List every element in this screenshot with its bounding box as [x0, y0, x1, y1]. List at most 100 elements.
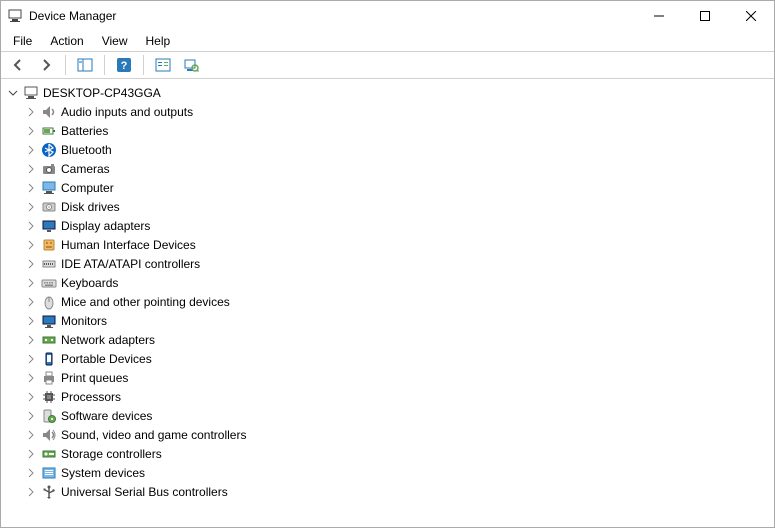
- toolbar-separator: [104, 55, 105, 75]
- tree-category-label: Human Interface Devices: [61, 238, 196, 252]
- portable-icon: [41, 351, 57, 367]
- chevron-right-icon[interactable]: [25, 315, 37, 327]
- monitor-icon: [41, 313, 57, 329]
- tree-category-node[interactable]: Processors: [1, 387, 774, 406]
- mouse-icon: [41, 294, 57, 310]
- chevron-right-icon[interactable]: [25, 486, 37, 498]
- tree-category-node[interactable]: Universal Serial Bus controllers: [1, 482, 774, 501]
- tree-category-node[interactable]: Storage controllers: [1, 444, 774, 463]
- chevron-right-icon[interactable]: [25, 372, 37, 384]
- tree-category-label: System devices: [61, 466, 145, 480]
- chevron-right-icon[interactable]: [25, 334, 37, 346]
- chevron-right-icon[interactable]: [25, 201, 37, 213]
- back-button[interactable]: [7, 54, 29, 76]
- tree-root-node[interactable]: DESKTOP-CP43GGA: [1, 83, 774, 102]
- properties-button[interactable]: [152, 54, 174, 76]
- tree-category-node[interactable]: Software devices: [1, 406, 774, 425]
- printer-icon: [41, 370, 57, 386]
- tree-category-label: Cameras: [61, 162, 110, 176]
- menu-help[interactable]: Help: [138, 32, 179, 50]
- tree-category-label: Display adapters: [61, 219, 150, 233]
- hid-icon: [41, 237, 57, 253]
- tree-category-node[interactable]: Portable Devices: [1, 349, 774, 368]
- computer-icon: [23, 85, 39, 101]
- disk-icon: [41, 199, 57, 215]
- tree-category-node[interactable]: Display adapters: [1, 216, 774, 235]
- chevron-right-icon[interactable]: [25, 467, 37, 479]
- chevron-right-icon[interactable]: [25, 353, 37, 365]
- tree-category-node[interactable]: Disk drives: [1, 197, 774, 216]
- keyboard-icon: [41, 275, 57, 291]
- tree-category-label: Audio inputs and outputs: [61, 105, 193, 119]
- processor-icon: [41, 389, 57, 405]
- tree-category-label: Universal Serial Bus controllers: [61, 485, 228, 499]
- tree-category-label: Portable Devices: [61, 352, 152, 366]
- tree-category-node[interactable]: Network adapters: [1, 330, 774, 349]
- toolbar-separator: [65, 55, 66, 75]
- usb-icon: [41, 484, 57, 500]
- menu-view[interactable]: View: [94, 32, 136, 50]
- tree-category-node[interactable]: Audio inputs and outputs: [1, 102, 774, 121]
- chevron-right-icon[interactable]: [25, 220, 37, 232]
- tree-category-node[interactable]: System devices: [1, 463, 774, 482]
- audio-icon: [41, 104, 57, 120]
- window-title: Device Manager: [29, 9, 116, 23]
- chevron-right-icon[interactable]: [25, 277, 37, 289]
- tree-category-node[interactable]: Batteries: [1, 121, 774, 140]
- chevron-right-icon[interactable]: [25, 429, 37, 441]
- toolbar: ?: [1, 51, 774, 79]
- chevron-right-icon[interactable]: [25, 144, 37, 156]
- tree-category-node[interactable]: Keyboards: [1, 273, 774, 292]
- tree-category-node[interactable]: Monitors: [1, 311, 774, 330]
- tree-category-node[interactable]: Human Interface Devices: [1, 235, 774, 254]
- chevron-right-icon[interactable]: [25, 163, 37, 175]
- tree-category-node[interactable]: IDE ATA/ATAPI controllers: [1, 254, 774, 273]
- battery-icon: [41, 123, 57, 139]
- close-button[interactable]: [728, 1, 774, 31]
- tree-category-label: Computer: [61, 181, 114, 195]
- tree-category-label: Storage controllers: [61, 447, 162, 461]
- toolbar-separator: [143, 55, 144, 75]
- camera-icon: [41, 161, 57, 177]
- chevron-right-icon[interactable]: [25, 239, 37, 251]
- storage-icon: [41, 446, 57, 462]
- menubar: File Action View Help: [1, 31, 774, 51]
- chevron-right-icon[interactable]: [25, 391, 37, 403]
- tree-category-label: Print queues: [61, 371, 128, 385]
- menu-file[interactable]: File: [5, 32, 40, 50]
- chevron-right-icon[interactable]: [25, 296, 37, 308]
- tree-category-label: Bluetooth: [61, 143, 112, 157]
- device-tree[interactable]: DESKTOP-CP43GGA Audio inputs and outputs…: [1, 79, 774, 527]
- tree-category-label: Processors: [61, 390, 121, 404]
- tree-category-node[interactable]: Sound, video and game controllers: [1, 425, 774, 444]
- tree-category-node[interactable]: Cameras: [1, 159, 774, 178]
- show-hide-tree-button[interactable]: [74, 54, 96, 76]
- tree-category-node[interactable]: Print queues: [1, 368, 774, 387]
- network-icon: [41, 332, 57, 348]
- menu-action[interactable]: Action: [42, 32, 91, 50]
- tree-category-label: Disk drives: [61, 200, 120, 214]
- computer-icon: [41, 180, 57, 196]
- chevron-right-icon[interactable]: [25, 410, 37, 422]
- tree-category-node[interactable]: Mice and other pointing devices: [1, 292, 774, 311]
- tree-root-label: DESKTOP-CP43GGA: [43, 86, 161, 100]
- chevron-right-icon[interactable]: [25, 258, 37, 270]
- chevron-down-icon[interactable]: [7, 87, 19, 99]
- maximize-button[interactable]: [682, 1, 728, 31]
- tree-category-node[interactable]: Bluetooth: [1, 140, 774, 159]
- help-button[interactable]: ?: [113, 54, 135, 76]
- forward-button[interactable]: [35, 54, 57, 76]
- scan-hardware-button[interactable]: [180, 54, 202, 76]
- tree-category-label: Sound, video and game controllers: [61, 428, 246, 442]
- tree-category-label: Monitors: [61, 314, 107, 328]
- ide-icon: [41, 256, 57, 272]
- chevron-right-icon[interactable]: [25, 182, 37, 194]
- tree-category-label: Batteries: [61, 124, 108, 138]
- minimize-button[interactable]: [636, 1, 682, 31]
- chevron-right-icon[interactable]: [25, 125, 37, 137]
- tree-category-label: Mice and other pointing devices: [61, 295, 230, 309]
- chevron-right-icon[interactable]: [25, 106, 37, 118]
- chevron-right-icon[interactable]: [25, 448, 37, 460]
- tree-category-label: Keyboards: [61, 276, 118, 290]
- tree-category-node[interactable]: Computer: [1, 178, 774, 197]
